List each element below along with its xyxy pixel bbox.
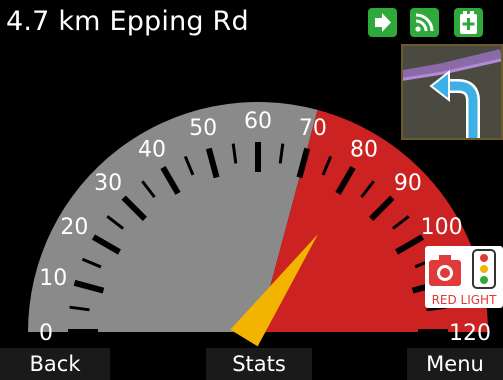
top-status-bar: 4.7 km Epping Rd <box>0 0 503 44</box>
softkey-bar: Back Stats Menu <box>0 348 503 380</box>
back-button[interactable]: Back <box>0 348 110 380</box>
red-light-label: RED LIGHT <box>431 293 497 307</box>
tick-label: 30 <box>94 171 122 196</box>
tick-label: 50 <box>189 116 217 141</box>
tick-label: 10 <box>39 266 67 291</box>
battery-icon <box>454 8 483 37</box>
tick-label: 60 <box>244 109 272 134</box>
tick-label: 70 <box>299 116 327 141</box>
red-light-camera-alert: RED LIGHT <box>425 246 503 308</box>
signal-icon <box>410 8 439 37</box>
tick-label: 100 <box>421 215 463 240</box>
menu-button[interactable]: Menu <box>407 348 503 380</box>
tick-label: 40 <box>138 137 166 162</box>
distance-street-label: 4.7 km Epping Rd <box>6 6 249 37</box>
tick-label: 20 <box>60 215 88 240</box>
arrow-right-icon <box>368 8 397 37</box>
mini-map[interactable] <box>401 44 503 140</box>
turn-left-arrow-icon <box>403 46 501 138</box>
traffic-light-icon <box>472 249 496 289</box>
tick-label: 80 <box>350 137 378 162</box>
tick-label: 0 <box>39 321 53 346</box>
tick-label: 120 <box>449 321 491 346</box>
stats-button[interactable]: Stats <box>206 348 312 380</box>
tick-label: 90 <box>394 171 422 196</box>
